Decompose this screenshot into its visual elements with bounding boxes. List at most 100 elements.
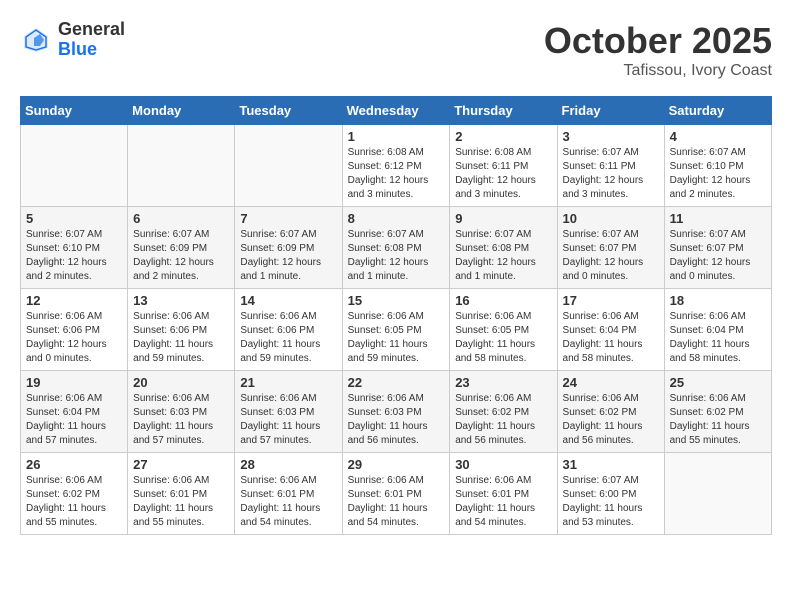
day-info: Sunrise: 6:06 AM Sunset: 6:04 PM Dayligh… [26, 392, 122, 448]
calendar-cell: 31 Sunrise: 6:07 AM Sunset: 6:00 PM Dayli… [557, 453, 664, 535]
calendar-week-row: 19 Sunrise: 6:06 AM Sunset: 6:04 PM Dayli… [21, 371, 772, 453]
day-info: Sunrise: 6:06 AM Sunset: 6:03 PM Dayligh… [133, 392, 229, 448]
day-info: Sunrise: 6:07 AM Sunset: 6:07 PM Dayligh… [670, 228, 766, 284]
day-info: Sunrise: 6:06 AM Sunset: 6:02 PM Dayligh… [670, 392, 766, 448]
day-number: 27 [133, 457, 229, 472]
calendar-cell: 16Sunrise: 6:06 AM Sunset: 6:05 PM Dayli… [450, 289, 557, 371]
day-info: Sunrise: 6:06 AM Sunset: 6:06 PM Dayligh… [26, 310, 122, 366]
day-number: 18 [670, 293, 766, 308]
day-number: 31 [563, 457, 659, 472]
day-number: 22 [348, 375, 445, 390]
calendar-cell [235, 125, 342, 207]
calendar-cell [664, 453, 771, 535]
day-info: Sunrise: 6:07 AM Sunset: 6:09 PM Dayligh… [240, 228, 336, 284]
calendar-cell: 1Sunrise: 6:08 AM Sunset: 6:12 PM Daylig… [342, 125, 450, 207]
day-info: Sunrise: 6:06 AM Sunset: 6:01 PM Dayligh… [455, 474, 551, 530]
calendar-cell [21, 125, 128, 207]
calendar-cell: 28 Sunrise: 6:06 AM Sunset: 6:01 PM Dayli… [235, 453, 342, 535]
logo-icon [20, 24, 52, 56]
calendar-cell: 19 Sunrise: 6:06 AM Sunset: 6:04 PM Dayli… [21, 371, 128, 453]
day-info: Sunrise: 6:06 AM Sunset: 6:01 PM Dayligh… [348, 474, 445, 530]
day-number: 26 [26, 457, 122, 472]
day-info: Sunrise: 6:08 AM Sunset: 6:11 PM Dayligh… [455, 146, 551, 202]
day-number: 19 [26, 375, 122, 390]
calendar-cell: 9 Sunrise: 6:07 AM Sunset: 6:08 PM Daylig… [450, 207, 557, 289]
day-info: Sunrise: 6:06 AM Sunset: 6:06 PM Dayligh… [133, 310, 229, 366]
calendar-cell: 25 Sunrise: 6:06 AM Sunset: 6:02 PM Dayli… [664, 371, 771, 453]
day-info: Sunrise: 6:07 AM Sunset: 6:08 PM Dayligh… [455, 228, 551, 284]
calendar-cell [128, 125, 235, 207]
calendar-cell: 11 Sunrise: 6:07 AM Sunset: 6:07 PM Dayli… [664, 207, 771, 289]
calendar-cell: 10 Sunrise: 6:07 AM Sunset: 6:07 PM Dayli… [557, 207, 664, 289]
calendar-cell: 15 Sunrise: 6:06 AM Sunset: 6:05 PM Dayli… [342, 289, 450, 371]
day-info: Sunrise: 6:07 AM Sunset: 6:09 PM Dayligh… [133, 228, 229, 284]
logo-general: General [58, 20, 125, 40]
day-info: Sunrise: 6:07 AM Sunset: 6:07 PM Dayligh… [563, 228, 659, 284]
day-number: 9 [455, 211, 551, 226]
day-number: 17 [563, 293, 659, 308]
day-info: Sunrise: 6:06 AM Sunset: 6:06 PM Dayligh… [240, 310, 336, 366]
calendar-cell: 7Sunrise: 6:07 AM Sunset: 6:09 PM Daylig… [235, 207, 342, 289]
calendar-cell: 27 Sunrise: 6:06 AM Sunset: 6:01 PM Dayli… [128, 453, 235, 535]
day-number: 23 [455, 375, 551, 390]
calendar-table: SundayMondayTuesdayWednesdayThursdayFrid… [20, 96, 772, 535]
calendar-cell: 6Sunrise: 6:07 AM Sunset: 6:09 PM Daylig… [128, 207, 235, 289]
day-number: 29 [348, 457, 445, 472]
title-block: October 2025 Tafissou, Ivory Coast [544, 20, 772, 80]
day-header-monday: Monday [128, 97, 235, 125]
day-info: Sunrise: 6:06 AM Sunset: 6:02 PM Dayligh… [26, 474, 122, 530]
calendar-cell: 3 Sunrise: 6:07 AM Sunset: 6:11 PM Daylig… [557, 125, 664, 207]
day-number: 4 [670, 129, 766, 144]
day-number: 10 [563, 211, 659, 226]
calendar-week-row: 1Sunrise: 6:08 AM Sunset: 6:12 PM Daylig… [21, 125, 772, 207]
calendar-cell: 2 Sunrise: 6:08 AM Sunset: 6:11 PM Daylig… [450, 125, 557, 207]
calendar-cell: 4 Sunrise: 6:07 AM Sunset: 6:10 PM Daylig… [664, 125, 771, 207]
day-number: 14 [240, 293, 336, 308]
page-header: General Blue October 2025 Tafissou, Ivor… [20, 20, 772, 80]
day-info: Sunrise: 6:07 AM Sunset: 6:00 PM Dayligh… [563, 474, 659, 530]
day-number: 25 [670, 375, 766, 390]
day-number: 2 [455, 129, 551, 144]
day-header-sunday: Sunday [21, 97, 128, 125]
day-number: 8 [348, 211, 445, 226]
logo: General Blue [20, 20, 125, 60]
day-info: Sunrise: 6:07 AM Sunset: 6:11 PM Dayligh… [563, 146, 659, 202]
day-header-tuesday: Tuesday [235, 97, 342, 125]
calendar-week-row: 12 Sunrise: 6:06 AM Sunset: 6:06 PM Dayli… [21, 289, 772, 371]
calendar-cell: 12 Sunrise: 6:06 AM Sunset: 6:06 PM Dayli… [21, 289, 128, 371]
day-number: 11 [670, 211, 766, 226]
day-info: Sunrise: 6:06 AM Sunset: 6:02 PM Dayligh… [563, 392, 659, 448]
calendar-week-row: 26 Sunrise: 6:06 AM Sunset: 6:02 PM Dayli… [21, 453, 772, 535]
day-number: 12 [26, 293, 122, 308]
day-number: 30 [455, 457, 551, 472]
day-info: Sunrise: 6:06 AM Sunset: 6:03 PM Dayligh… [348, 392, 445, 448]
day-number: 15 [348, 293, 445, 308]
day-number: 24 [563, 375, 659, 390]
calendar-week-row: 5Sunrise: 6:07 AM Sunset: 6:10 PM Daylig… [21, 207, 772, 289]
calendar-header-row: SundayMondayTuesdayWednesdayThursdayFrid… [21, 97, 772, 125]
day-header-friday: Friday [557, 97, 664, 125]
day-header-wednesday: Wednesday [342, 97, 450, 125]
calendar-cell: 24 Sunrise: 6:06 AM Sunset: 6:02 PM Dayli… [557, 371, 664, 453]
calendar-cell: 8Sunrise: 6:07 AM Sunset: 6:08 PM Daylig… [342, 207, 450, 289]
day-number: 3 [563, 129, 659, 144]
day-info: Sunrise: 6:06 AM Sunset: 6:01 PM Dayligh… [133, 474, 229, 530]
day-info: Sunrise: 6:06 AM Sunset: 6:02 PM Dayligh… [455, 392, 551, 448]
day-number: 1 [348, 129, 445, 144]
calendar-cell: 26 Sunrise: 6:06 AM Sunset: 6:02 PM Dayli… [21, 453, 128, 535]
calendar-cell: 22 Sunrise: 6:06 AM Sunset: 6:03 PM Dayli… [342, 371, 450, 453]
logo-blue: Blue [58, 40, 125, 60]
day-info: Sunrise: 6:06 AM Sunset: 6:01 PM Dayligh… [240, 474, 336, 530]
logo-text: General Blue [58, 20, 125, 60]
day-number: 21 [240, 375, 336, 390]
day-info: Sunrise: 6:06 AM Sunset: 6:05 PM Dayligh… [348, 310, 445, 366]
calendar-cell: 29 Sunrise: 6:06 AM Sunset: 6:01 PM Dayli… [342, 453, 450, 535]
day-info: Sunrise: 6:07 AM Sunset: 6:10 PM Dayligh… [670, 146, 766, 202]
calendar-cell: 5Sunrise: 6:07 AM Sunset: 6:10 PM Daylig… [21, 207, 128, 289]
calendar-cell: 17Sunrise: 6:06 AM Sunset: 6:04 PM Dayli… [557, 289, 664, 371]
day-number: 20 [133, 375, 229, 390]
day-info: Sunrise: 6:07 AM Sunset: 6:10 PM Dayligh… [26, 228, 122, 284]
day-number: 28 [240, 457, 336, 472]
day-info: Sunrise: 6:06 AM Sunset: 6:05 PM Dayligh… [455, 310, 551, 366]
calendar-cell: 23 Sunrise: 6:06 AM Sunset: 6:02 PM Dayli… [450, 371, 557, 453]
